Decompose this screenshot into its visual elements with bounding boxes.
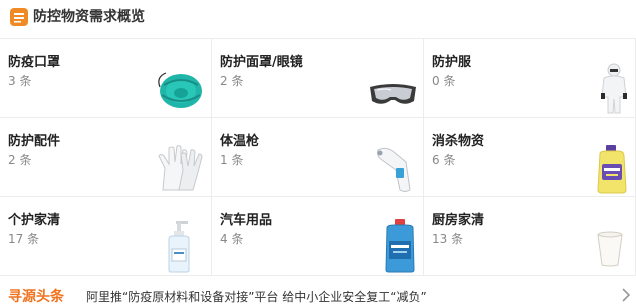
headline-link[interactable]: 阿里推“防疫原材料和设备对接”平台 给中小企业安全复工“减负” (86, 288, 427, 305)
paper-cup-icon (597, 231, 623, 267)
category-name: 防护面罩/眼镜 (220, 55, 303, 70)
disinfectant-bottle-icon (597, 145, 627, 194)
headline-bar: 寻源头条 阿里推“防疫原材料和设备对接”平台 给中小企业安全复工“减负” (0, 284, 636, 308)
category-name: 消杀物资 (432, 134, 485, 149)
n95-mask-icon (158, 72, 202, 108)
category-count: 4 条 (220, 232, 244, 246)
category-name: 防护服 (432, 55, 472, 70)
category-count: 0 条 (432, 74, 456, 88)
thermometer-gun-icon (377, 147, 411, 192)
section-title: 防控物资需求概览 (33, 9, 145, 25)
list-icon (10, 8, 28, 26)
category-name: 个护家清 (8, 213, 61, 228)
category-count: 2 条 (220, 74, 244, 88)
category-card-disinfection[interactable]: 消杀物资 6 条 (424, 118, 636, 197)
category-count: 6 条 (432, 153, 456, 167)
category-card-protective-suits[interactable]: 防护服 0 条 (424, 39, 636, 118)
category-count: 1 条 (220, 153, 244, 167)
category-card-face-shields[interactable]: 防护面罩/眼镜 2 条 (212, 39, 424, 118)
category-card-thermometer-guns[interactable]: 体温枪 1 条 (212, 118, 424, 197)
category-count: 2 条 (8, 153, 32, 167)
category-count: 13 条 (432, 232, 464, 246)
category-card-kitchen-cleaning[interactable]: 厨房家清 13 条 (424, 197, 636, 276)
gloves-icon (158, 145, 203, 191)
category-count: 3 条 (8, 74, 32, 88)
goggles-icon (370, 84, 416, 104)
washer-fluid-icon (385, 219, 415, 273)
pump-bottle-icon (168, 221, 190, 273)
section-header: 防控物资需求概览 (0, 0, 636, 36)
category-card-masks[interactable]: 防疫口罩 3 条 (0, 39, 212, 118)
chevron-right-icon[interactable] (620, 286, 632, 304)
category-name: 体温枪 (220, 134, 260, 149)
headline-brand: 寻源头条 (8, 289, 64, 305)
protective-suit-icon (601, 63, 627, 114)
category-card-accessories[interactable]: 防护配件 2 条 (0, 118, 212, 197)
category-name: 防疫口罩 (8, 55, 61, 70)
category-count: 17 条 (8, 232, 40, 246)
category-card-personal-care[interactable]: 个护家清 17 条 (0, 197, 212, 276)
category-name: 汽车用品 (220, 213, 273, 228)
category-name: 防护配件 (8, 134, 61, 149)
category-card-car-supplies[interactable]: 汽车用品 4 条 (212, 197, 424, 276)
category-name: 厨房家清 (432, 213, 485, 228)
category-grid: 防疫口罩 3 条 防护面罩/眼镜 2 条 防护服 0 条 防护配件 2 条 体温… (0, 38, 636, 276)
